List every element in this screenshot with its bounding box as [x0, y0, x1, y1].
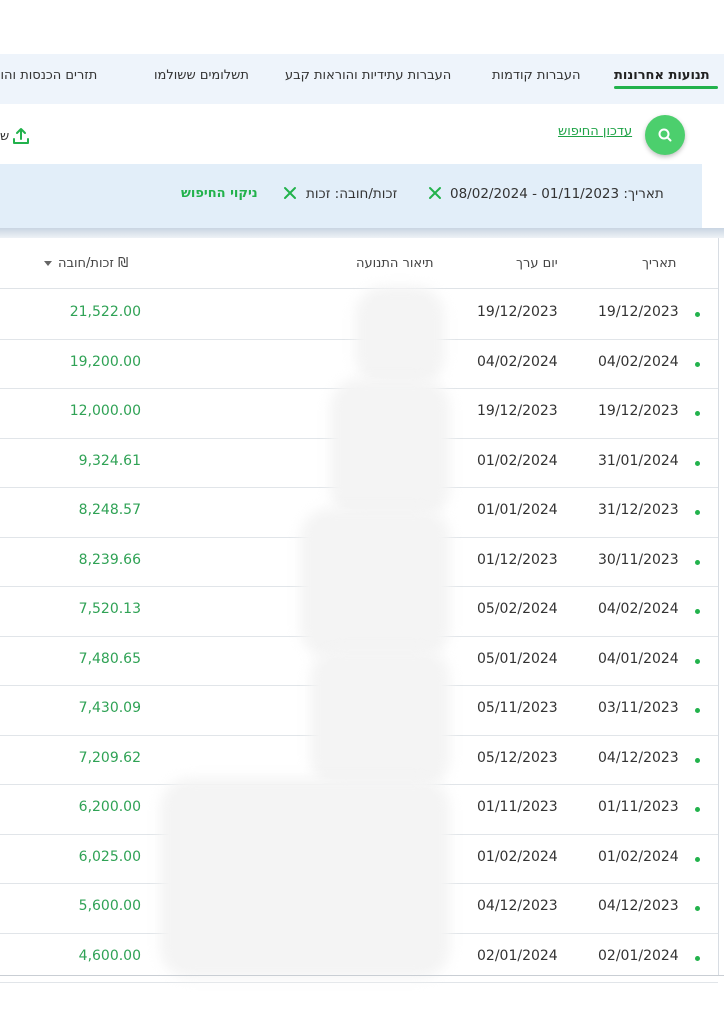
status-dot — [695, 807, 700, 812]
redaction-blur — [310, 648, 450, 788]
col-header-amount-label: זכות/חובה ₪ — [58, 256, 129, 271]
cell-value-date: 01/12/2023 — [477, 551, 558, 568]
cell-value-date: 19/12/2023 — [477, 304, 558, 320]
status-dot — [695, 559, 700, 565]
status-dot — [695, 856, 700, 862]
remove-date-filter-icon[interactable] — [427, 185, 443, 201]
cell-value-date: 19/12/2023 — [477, 403, 558, 419]
cell-date: 03/11/2023 — [598, 700, 679, 716]
tab-previous-transfers[interactable]: העברות קודמות — [492, 68, 580, 83]
panel-divider — [0, 228, 724, 238]
cell-value-date: 05/12/2023 — [477, 749, 558, 766]
cell-date: 19/12/2023 — [598, 403, 679, 419]
cell-value-date: 01/01/2024 — [477, 502, 558, 518]
cell-amount: 6,200.00 — [78, 799, 141, 815]
cell-amount: 7,520.13 — [78, 601, 141, 617]
status-dot — [695, 658, 700, 664]
cell-value-date: 01/02/2024 — [477, 848, 558, 865]
cell-date: 04/12/2023 — [598, 749, 679, 766]
tab-paid-payments[interactable]: תשלומים ששולמו — [154, 68, 249, 83]
cell-amount: 7,480.65 — [78, 650, 141, 667]
status-dot — [695, 312, 700, 317]
status-dot — [695, 510, 700, 515]
table-bottom-border — [0, 975, 724, 976]
tab-income-expense-flow[interactable]: תזרים הכנסות והוצאות — [0, 68, 97, 83]
cell-value-date: 02/01/2024 — [477, 947, 558, 964]
status-dot — [695, 708, 700, 713]
cell-date: 04/02/2024 — [598, 353, 679, 370]
cell-date: 30/11/2023 — [598, 551, 679, 568]
redaction-blur — [160, 778, 450, 978]
cell-amount: 19,200.00 — [69, 353, 141, 370]
update-search-link[interactable]: עדכון החיפוש — [558, 124, 632, 139]
cell-amount: 8,239.66 — [78, 551, 141, 568]
cell-date: 01/11/2023 — [598, 799, 679, 815]
cell-amount: 12,000.00 — [69, 403, 141, 419]
cell-value-date: 05/01/2024 — [477, 650, 558, 667]
cell-value-date: 04/12/2023 — [477, 898, 558, 914]
cell-date: 19/12/2023 — [598, 304, 679, 320]
sort-down-icon — [44, 260, 52, 266]
status-dot — [695, 955, 700, 961]
search-icon — [658, 128, 672, 142]
status-dot — [695, 609, 700, 614]
remove-type-filter-icon[interactable] — [282, 185, 298, 201]
cell-date: 04/02/2024 — [598, 601, 679, 617]
tab-recent-transactions[interactable]: תנועות אחרונות — [614, 68, 710, 83]
cell-amount: 21,522.00 — [69, 304, 141, 320]
cell-date: 31/12/2023 — [598, 502, 679, 518]
active-filters-row: תאריך: 01/11/2023 - 08/02/2024 זכות/חובה… — [0, 164, 702, 228]
redaction-blur — [300, 508, 450, 658]
redaction-blur — [355, 286, 445, 386]
col-header-amount[interactable]: זכות/חובה ₪ — [44, 256, 128, 271]
cell-date: 02/01/2024 — [598, 947, 679, 964]
cell-amount: 9,324.61 — [78, 452, 141, 469]
export-label: ש — [0, 128, 10, 144]
cell-date: 04/01/2024 — [598, 650, 679, 667]
cell-amount: 7,430.09 — [78, 700, 141, 716]
status-dot — [695, 411, 700, 416]
cell-value-date: 05/02/2024 — [477, 601, 558, 617]
cell-date: 01/02/2024 — [598, 848, 679, 865]
active-tab-indicator — [614, 86, 718, 89]
cell-date: 04/12/2023 — [598, 898, 679, 914]
clear-search-link[interactable]: ניקוי החיפוש — [181, 186, 258, 201]
search-button[interactable] — [645, 115, 685, 155]
cell-value-date: 01/11/2023 — [477, 799, 558, 815]
cell-value-date: 04/02/2024 — [477, 353, 558, 370]
cell-amount: 8,248.57 — [78, 502, 141, 518]
col-header-value-date[interactable]: יום ערך — [516, 256, 558, 271]
date-filter-label: תאריך: 01/11/2023 - 08/02/2024 — [450, 186, 664, 202]
cell-value-date: 01/02/2024 — [477, 452, 558, 469]
export-button[interactable]: ש — [0, 126, 31, 146]
tabs-bar: תזרים הכנסות והוצאות תשלומים ששולמו העבר… — [0, 54, 724, 104]
tab-future-transfers[interactable]: העברות עתידיות והוראות קבע — [285, 68, 451, 83]
cell-amount: 6,025.00 — [78, 848, 141, 865]
col-header-date[interactable]: תאריך — [642, 256, 676, 271]
transactions-table: תאריך יום ערך תיאור התנועה זכות/חובה ₪ 1… — [0, 238, 719, 983]
redaction-blur — [330, 378, 450, 518]
col-header-description[interactable]: תיאור התנועה — [356, 256, 434, 271]
status-dot — [695, 361, 700, 367]
cell-amount: 7,209.62 — [78, 749, 141, 766]
status-dot — [695, 906, 700, 911]
status-dot — [695, 757, 700, 763]
cell-date: 31/01/2024 — [598, 452, 679, 469]
cell-amount: 5,600.00 — [78, 898, 141, 914]
cell-amount: 4,600.00 — [78, 947, 141, 964]
status-dot — [695, 460, 700, 466]
type-filter-label: זכות/חובה: זכות — [306, 186, 398, 202]
cell-value-date: 05/11/2023 — [477, 700, 558, 716]
upload-icon — [13, 128, 30, 144]
